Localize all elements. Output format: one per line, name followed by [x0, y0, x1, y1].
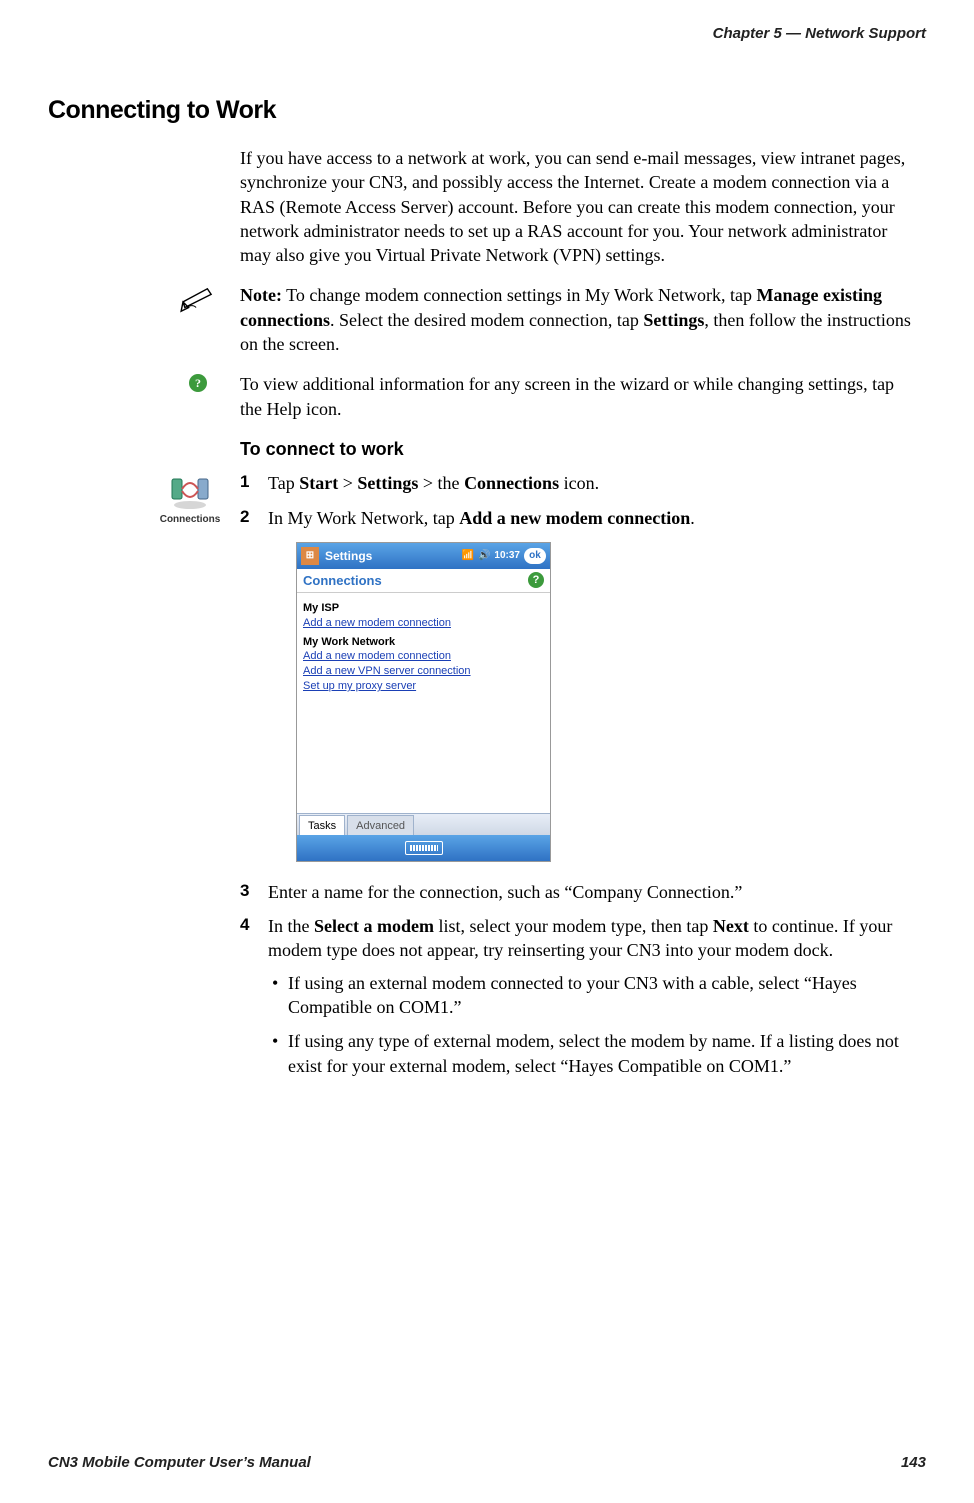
- device-title: Settings: [325, 548, 372, 564]
- running-header: Chapter 5 — Network Support: [48, 24, 926, 44]
- link-work-proxy[interactable]: Set up my proxy server: [303, 679, 544, 694]
- step-1-start: Start: [299, 473, 338, 493]
- connections-icon-label: Connections: [160, 514, 221, 525]
- section-heading: Connecting to Work: [48, 94, 926, 128]
- device-subhead-label: Connections: [303, 572, 382, 590]
- step-1: Tap Start > Settings > the Connections i…: [240, 471, 916, 495]
- group-my-isp: My ISP: [303, 601, 544, 616]
- intro-paragraph: If you have access to a network at work,…: [240, 146, 916, 267]
- signal-icon: 📶: [462, 549, 474, 563]
- step-4-bold-1: Select a modem: [314, 916, 434, 936]
- note-text-pre: To change modem connection settings in M…: [282, 285, 757, 305]
- procedure-title: To connect to work: [240, 437, 916, 461]
- device-tabs: Tasks Advanced: [297, 813, 550, 835]
- help-icon: ?: [170, 374, 226, 392]
- note-bold-2: Settings: [643, 310, 704, 330]
- device-help-icon[interactable]: ?: [528, 572, 544, 588]
- step-4-pre: In the: [268, 916, 314, 936]
- device-tray: 📶 🔊 10:37 ok: [462, 548, 546, 564]
- note-label: Note:: [240, 285, 282, 305]
- step-2-bold: Add a new modem connection: [459, 508, 690, 528]
- note-text-mid: . Select the desired modem connection, t…: [330, 310, 643, 330]
- step-1-sep1: >: [338, 473, 357, 493]
- device-titlebar: ⊞ Settings 📶 🔊 10:37 ok: [297, 543, 550, 569]
- step-2-text: In My Work Network, tap: [268, 508, 459, 528]
- device-bottombar: [297, 835, 550, 861]
- ok-button[interactable]: ok: [524, 548, 546, 564]
- step-1-connections: Connections: [464, 473, 559, 493]
- step-2: In My Work Network, tap Add a new modem …: [240, 506, 916, 862]
- step-1-settings: Settings: [357, 473, 418, 493]
- device-body: My ISP Add a new modem connection My Wor…: [297, 593, 550, 698]
- link-work-add-vpn[interactable]: Add a new VPN server connection: [303, 664, 544, 679]
- tab-tasks[interactable]: Tasks: [299, 815, 345, 836]
- group-my-work: My Work Network: [303, 635, 544, 650]
- link-work-add-modem[interactable]: Add a new modem connection: [303, 649, 544, 664]
- start-flag-icon[interactable]: ⊞: [301, 547, 319, 565]
- steps-list: Tap Start > Settings > the Connections i…: [240, 471, 916, 1078]
- keyboard-icon[interactable]: [405, 841, 443, 855]
- step-4-bullets: If using an external modem connected to …: [268, 971, 916, 1078]
- page-footer: CN3 Mobile Computer User’s Manual 143: [48, 1453, 926, 1473]
- step-2-post: .: [690, 508, 695, 528]
- footer-manual-title: CN3 Mobile Computer User’s Manual: [48, 1453, 311, 1473]
- step-4-bullet-2: If using any type of external modem, sel…: [268, 1029, 916, 1078]
- link-isp-add-modem[interactable]: Add a new modem connection: [303, 616, 544, 631]
- device-screenshot: ⊞ Settings 📶 🔊 10:37 ok Connections ?: [296, 542, 551, 862]
- connections-icon: Connections: [150, 471, 230, 527]
- step-1-post: icon.: [559, 473, 599, 493]
- tab-advanced[interactable]: Advanced: [347, 815, 414, 836]
- step-4: In the Select a modem list, select your …: [240, 914, 916, 1078]
- step-4-mid: list, select your modem type, then tap: [434, 916, 713, 936]
- step-4-bullet-1: If using an external modem connected to …: [268, 971, 916, 1020]
- footer-page-number: 143: [901, 1453, 926, 1473]
- step-3: Enter a name for the connection, such as…: [240, 880, 916, 904]
- help-tip-paragraph: To view additional information for any s…: [240, 372, 916, 421]
- speaker-icon: 🔊: [478, 549, 490, 563]
- note-icon: [170, 285, 226, 321]
- device-time: 10:37: [494, 549, 520, 563]
- step-4-bold-2: Next: [713, 916, 749, 936]
- step-1-text: Tap: [268, 473, 299, 493]
- step-1-sep2: > the: [418, 473, 464, 493]
- device-subheader: Connections ?: [297, 569, 550, 593]
- note-paragraph: Note: To change modem connection setting…: [240, 283, 916, 356]
